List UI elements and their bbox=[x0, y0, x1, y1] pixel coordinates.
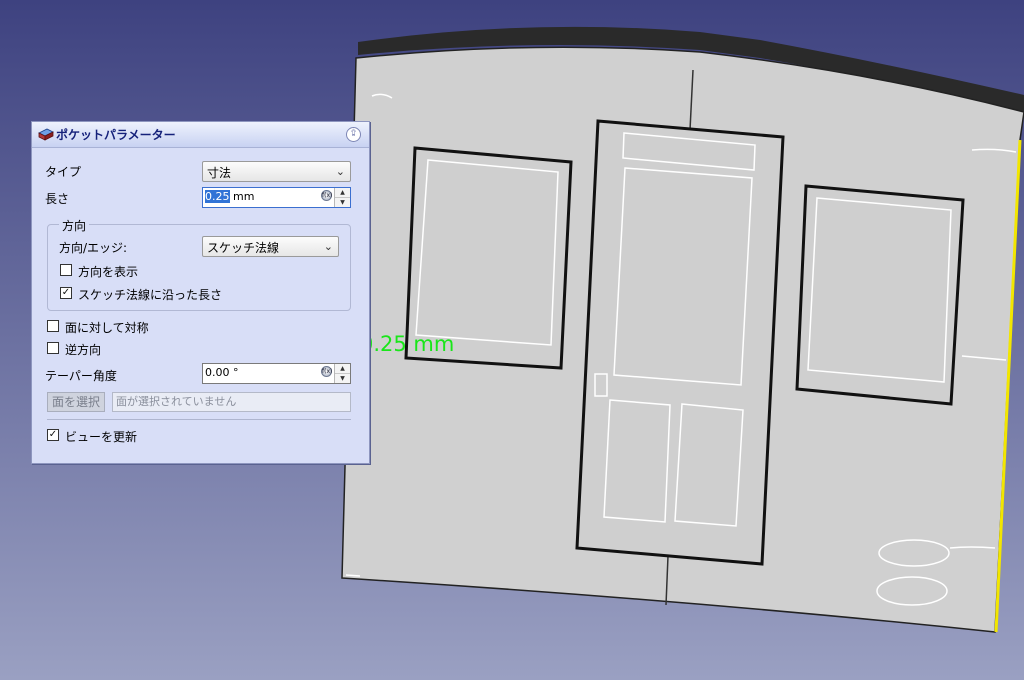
model-edge-mark bbox=[345, 574, 361, 577]
direction-group-title: 方向 bbox=[59, 217, 90, 234]
length-input[interactable]: 0.25 mm f(x) ▲ ▼ bbox=[202, 187, 351, 208]
expression-icon[interactable]: f(x) bbox=[321, 366, 332, 377]
double-chevron-up-icon[interactable]: ⮸ bbox=[346, 127, 361, 142]
dimension-label: 0.25 mm bbox=[352, 330, 472, 358]
dimension-value: 0.25 mm bbox=[360, 332, 455, 356]
taper-angle-input[interactable]: 0.00 ° f(x) ▲ ▼ bbox=[202, 363, 351, 384]
along-normal-label: スケッチ法線に沿った長さ bbox=[78, 288, 223, 302]
length-label: 長さ bbox=[45, 192, 70, 206]
show-direction-label: 方向を表示 bbox=[78, 265, 139, 279]
taper-angle-label: テーパー角度 bbox=[45, 369, 117, 383]
chevron-down-icon: ⌄ bbox=[335, 165, 345, 178]
direction-edge-label: 方向/エッジ: bbox=[59, 241, 128, 255]
reversed-label: 逆方向 bbox=[65, 343, 102, 357]
face-field: 面が選択されていません bbox=[112, 392, 351, 412]
taper-angle-value: 0.00 ° bbox=[205, 366, 239, 379]
pocket-icon bbox=[38, 128, 54, 141]
expression-icon[interactable]: f(x) bbox=[321, 190, 332, 201]
type-value: 寸法 bbox=[207, 166, 232, 180]
symmetric-label: 面に対して対称 bbox=[65, 321, 149, 335]
length-spin-buttons[interactable]: ▲ ▼ bbox=[334, 188, 350, 207]
separator bbox=[47, 419, 351, 420]
symmetric-checkbox[interactable] bbox=[47, 320, 59, 332]
type-label: タイプ bbox=[45, 165, 82, 179]
panel-title: ポケットパラメーター bbox=[56, 128, 176, 142]
panel-header[interactable]: ポケットパラメーター ⮸ bbox=[32, 122, 369, 148]
show-direction-checkbox[interactable] bbox=[60, 264, 72, 276]
direction-edge-combo[interactable]: スケッチ法線 ⌄ bbox=[202, 236, 339, 257]
reversed-checkbox[interactable] bbox=[47, 342, 59, 354]
length-value: 0.25 mm bbox=[205, 190, 255, 203]
taper-spin-buttons[interactable]: ▲ ▼ bbox=[334, 364, 350, 383]
select-face-button[interactable]: 面を選択 bbox=[47, 392, 105, 412]
direction-edge-value: スケッチ法線 bbox=[207, 241, 280, 255]
type-combo[interactable]: 寸法 ⌄ bbox=[202, 161, 351, 182]
update-view-label: ビューを更新 bbox=[65, 430, 138, 444]
chevron-down-icon: ⌄ bbox=[323, 240, 333, 253]
pocket-parameters-panel: ポケットパラメーター ⮸ タイプ 寸法 ⌄ 長さ 0.25 mm f(x) ▲ ▼… bbox=[31, 121, 370, 464]
along-normal-checkbox[interactable]: ✓ bbox=[60, 287, 72, 299]
update-view-checkbox[interactable]: ✓ bbox=[47, 429, 59, 441]
